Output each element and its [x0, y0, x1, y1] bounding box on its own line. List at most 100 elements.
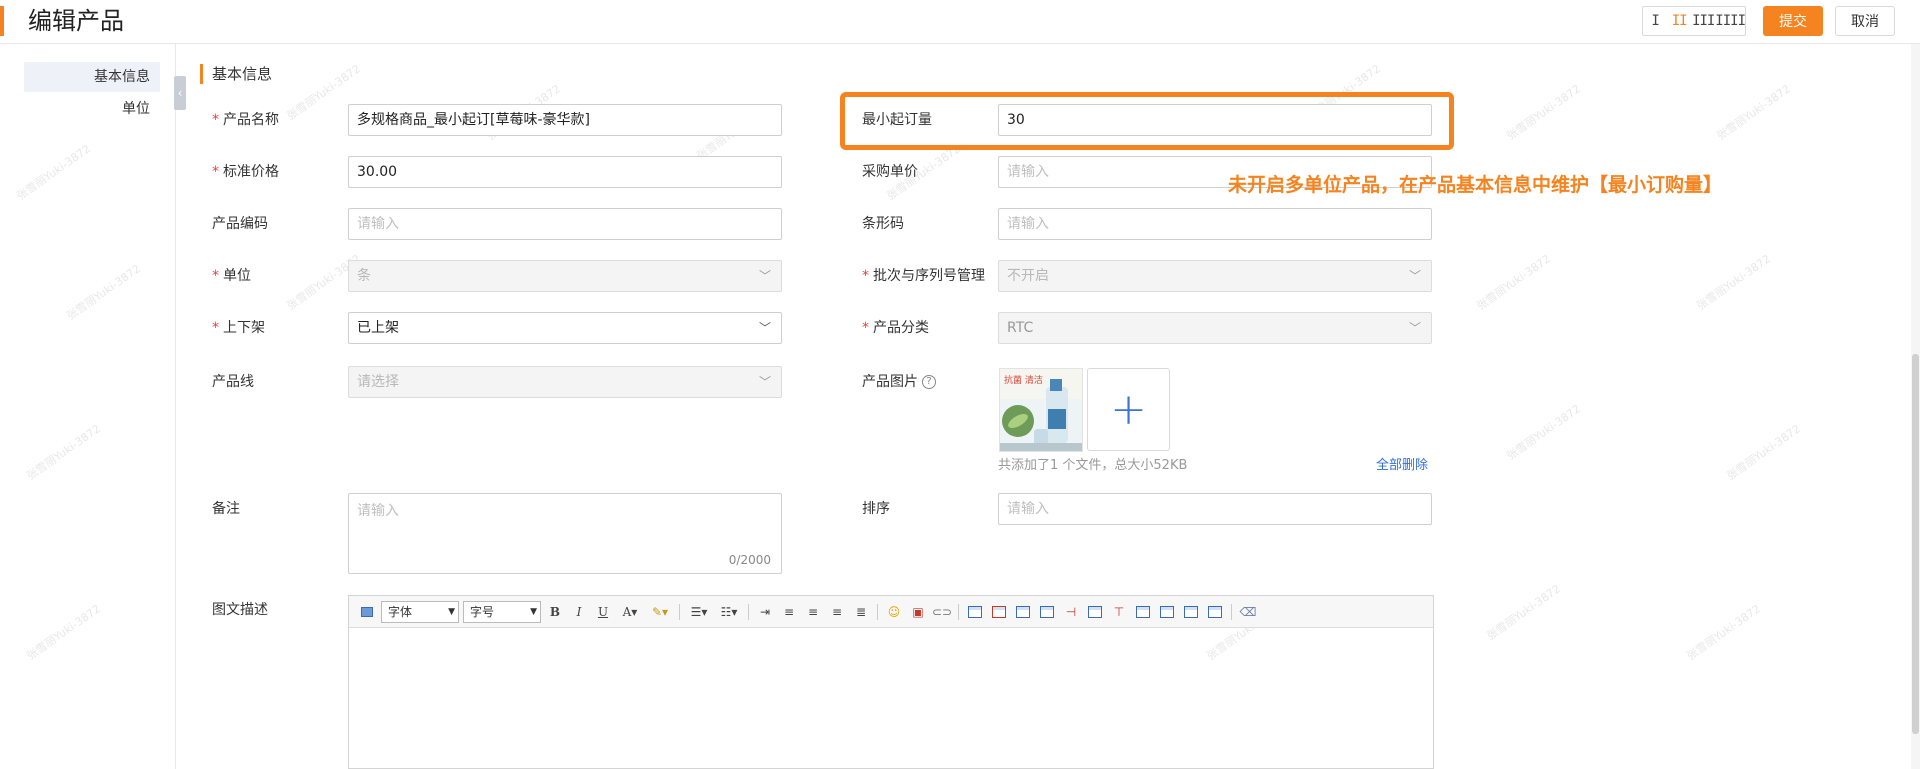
annotation-text: 未开启多单位产品，在产品基本信息中维护【最小订购量】: [1228, 174, 1723, 196]
font-size-select[interactable]: 字号 ▼: [463, 600, 541, 623]
layout-four-column-option[interactable]: IIII: [1715, 7, 1746, 35]
submit-button[interactable]: 提交: [1763, 6, 1823, 36]
batch-serial-select: 不开启 ﹀: [998, 260, 1432, 292]
layout-two-column-option[interactable]: II: [1667, 7, 1691, 35]
scrollbar-thumb[interactable]: [1912, 354, 1919, 734]
split-cells-icon[interactable]: [1206, 603, 1224, 621]
insert-column-icon[interactable]: [1086, 603, 1104, 621]
dropdown-arrow-icon: ▼: [448, 606, 455, 617]
category-label: * 产品分类: [862, 320, 929, 336]
sidebar-item-unit[interactable]: 单位: [24, 94, 160, 124]
product-photo-icon: 抗菌 清洁: [1000, 369, 1082, 451]
font-color-icon[interactable]: A▾: [618, 603, 642, 621]
rich-text-editor: 字体 ▼ 字号 ▼ B I U A▾ ✎▾ ☰▾ ☷▾ ⇥ ≡ ≡ ≡ ≣ ☺ ▣ …: [348, 595, 1434, 769]
barcode-input[interactable]: 请输入: [998, 208, 1432, 240]
toolbar-separator: [1231, 603, 1232, 620]
purchase-price-label: 采购单价: [862, 164, 918, 180]
italic-icon[interactable]: I: [570, 603, 588, 621]
watermark: 张雪丽Yuki-3872: [1684, 602, 1763, 663]
cancel-button[interactable]: 取消: [1835, 6, 1895, 36]
unit-select: 条 ﹀: [348, 260, 782, 292]
product-name-label: * 产品名称: [212, 112, 279, 128]
underline-icon[interactable]: U: [594, 603, 612, 621]
page-title: 编辑产品: [28, 7, 124, 35]
unordered-list-icon[interactable]: ☷▾: [717, 603, 741, 621]
sidebar-item-basic-info[interactable]: 基本信息: [24, 62, 160, 92]
highlight-box: [840, 92, 1454, 150]
required-marker: *: [212, 112, 219, 128]
product-image-label: 产品图片?: [862, 372, 936, 392]
listing-status-select[interactable]: 已上架 ﹀: [348, 312, 782, 344]
remark-label: 备注: [212, 501, 240, 517]
required-marker: *: [212, 164, 219, 180]
file-summary: 共添加了1 个文件，总大小52KB: [998, 458, 1188, 473]
align-left-icon[interactable]: ≡: [780, 603, 798, 621]
thumbnail-caption: 抗菌 清洁: [1004, 374, 1043, 386]
align-right-icon[interactable]: ≡: [828, 603, 846, 621]
standard-price-input[interactable]: 30.00: [348, 156, 782, 188]
vertical-scrollbar[interactable]: [1911, 44, 1920, 769]
delete-row-icon[interactable]: ⊣: [1062, 603, 1080, 621]
upload-image-button[interactable]: +: [1087, 368, 1170, 451]
standard-price-label: * 标准价格: [212, 164, 279, 180]
align-center-icon[interactable]: ≡: [804, 603, 822, 621]
insert-image-icon[interactable]: ▣: [909, 603, 927, 621]
source-code-icon[interactable]: [358, 603, 376, 621]
highlight-color-icon[interactable]: ✎▾: [648, 603, 672, 621]
emoticon-icon[interactable]: ☺: [885, 603, 903, 621]
required-marker: *: [212, 268, 219, 284]
sort-label: 排序: [862, 501, 890, 517]
watermark: 张雪丽Yuki-3872: [1724, 422, 1803, 483]
merge-cells-icon[interactable]: [1134, 603, 1152, 621]
product-name-input[interactable]: 多规格商品_最小起订[草莓味-豪华款]: [348, 104, 782, 136]
category-select: RTC ﹀: [998, 312, 1432, 344]
product-code-label: 产品编码: [212, 216, 268, 232]
delete-table-icon[interactable]: [990, 603, 1008, 621]
layout-one-column-option[interactable]: I: [1643, 7, 1667, 35]
insert-table-icon[interactable]: [966, 603, 984, 621]
ordered-list-icon[interactable]: ☰▾: [687, 603, 711, 621]
character-counter: 0/2000: [728, 553, 771, 567]
product-code-input[interactable]: 请输入: [348, 208, 782, 240]
indent-icon[interactable]: ⇥: [756, 603, 774, 621]
column-layout-toggle: I II III IIII: [1642, 6, 1746, 36]
section-title: 基本信息: [200, 64, 272, 84]
remark-textarea[interactable]: 请输入 0/2000: [348, 493, 782, 574]
required-marker: *: [862, 268, 869, 284]
merge-right-icon[interactable]: [1158, 603, 1176, 621]
watermark: 张雪丽Yuki-3872: [1714, 82, 1793, 143]
toolbar-separator: [877, 603, 878, 620]
dropdown-arrow-icon: ▼: [530, 606, 537, 617]
align-justify-icon[interactable]: ≣: [852, 603, 870, 621]
insert-paragraph-icon[interactable]: [1014, 603, 1032, 621]
editor-toolbar: 字体 ▼ 字号 ▼ B I U A▾ ✎▾ ☰▾ ☷▾ ⇥ ≡ ≡ ≡ ≣ ☺ ▣ …: [349, 596, 1433, 628]
rich-description-label: 图文描述: [212, 602, 268, 618]
toolbar-separator: [958, 603, 959, 620]
insert-row-icon[interactable]: [1038, 603, 1056, 621]
listing-status-label: * 上下架: [212, 320, 265, 336]
toolbar-separator: [748, 603, 749, 620]
section-nav: 基本信息 单位: [0, 44, 176, 769]
sort-input[interactable]: 请输入: [998, 493, 1432, 525]
collapse-sidebar-icon[interactable]: ‹: [174, 76, 186, 110]
chevron-down-icon: ﹀: [758, 269, 771, 283]
watermark: 张雪丽Yuki-3872: [1504, 82, 1583, 143]
bold-icon[interactable]: B: [546, 603, 564, 621]
watermark: 张雪丽Yuki-3872: [1694, 252, 1773, 313]
eraser-icon[interactable]: ⌫: [1239, 603, 1257, 621]
merge-down-icon[interactable]: [1182, 603, 1200, 621]
toolbar-separator: [679, 603, 680, 620]
chevron-down-icon: ﹀: [758, 375, 771, 389]
title-accent-bar: [0, 6, 4, 36]
font-family-select[interactable]: 字体 ▼: [381, 600, 459, 623]
unit-label: * 单位: [212, 268, 251, 284]
link-icon[interactable]: ⊂⊃: [932, 603, 952, 621]
help-icon[interactable]: ?: [922, 375, 936, 389]
layout-three-column-option[interactable]: III: [1691, 7, 1715, 35]
delete-all-link[interactable]: 全部删除: [1376, 454, 1428, 473]
product-image-thumbnail[interactable]: 抗菌 清洁: [999, 368, 1083, 452]
watermark: 张雪丽Yuki-3872: [1474, 252, 1553, 313]
barcode-label: 条形码: [862, 216, 904, 232]
delete-column-icon[interactable]: ⊤: [1110, 603, 1128, 621]
chevron-down-icon: ﹀: [1408, 321, 1421, 335]
